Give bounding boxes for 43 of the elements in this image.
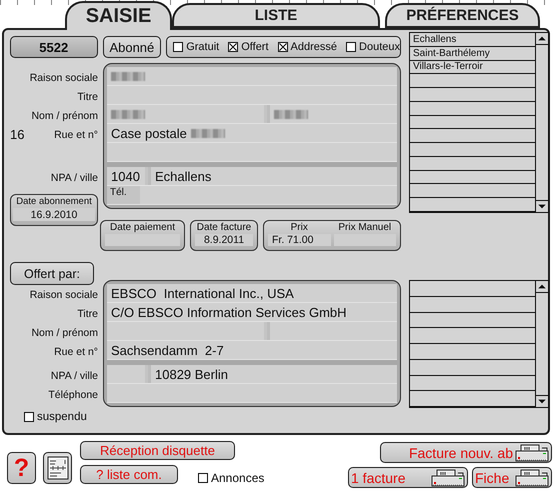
field-label: Nom / prénom (31, 326, 98, 338)
date-field[interactable]: 8.9.2011 (195, 234, 253, 246)
list-row[interactable]: Villars-le-Terroir (410, 60, 535, 74)
text-field[interactable]: 1040 (107, 167, 145, 185)
field-label: Téléphone (48, 388, 98, 400)
price-field[interactable]: Fr. 71.00 (268, 234, 330, 246)
checkbox-label: Gratuit (186, 41, 220, 53)
checkbox-label: Addressé (290, 41, 338, 53)
tab[interactable]: SAISIE (65, 1, 172, 30)
text-field[interactable]: C/O EBSCO Information Services GmbH (107, 303, 397, 321)
text-field[interactable]: Sachsendamm 2-7 (107, 341, 397, 359)
text-field[interactable]: Case postale (107, 124, 397, 142)
list-row[interactable]: Saint-Barthélemy (410, 46, 535, 61)
field-label: Rue et n° (54, 346, 98, 358)
date-label: Date facture (196, 222, 252, 233)
record-number-button[interactable]: 5522 (10, 36, 98, 58)
checkbox-label: Douteux (359, 41, 400, 53)
checkbox-label: Annonces (211, 471, 264, 485)
field-label: Raison sociale (30, 288, 98, 300)
checkbox-label: Offert (241, 41, 269, 53)
field-label: Titre (77, 308, 98, 320)
field-label: Nom / prénom (31, 110, 98, 122)
list-row[interactable]: Echallens (410, 33, 535, 47)
field-label: NPA / ville (50, 370, 98, 382)
field-label: Raison sociale (30, 72, 98, 84)
field-label: Rue et n° (54, 128, 98, 140)
date-label: Date abonnement (15, 196, 93, 207)
tab[interactable]: PRÉFERENCES (385, 3, 540, 28)
record-count: 16 (10, 127, 24, 142)
field-label: Tél. (109, 186, 128, 200)
price-label: Prix (290, 222, 309, 233)
text-field[interactable]: Echallens (148, 167, 397, 185)
status-button[interactable]: Abonné (102, 36, 162, 58)
date-field[interactable]: 16.9.2010 (13, 208, 95, 221)
date-label: Date paiement (108, 222, 176, 233)
tab[interactable]: LISTE (172, 3, 380, 28)
field-label: Titre (77, 90, 98, 102)
checkbox-label: suspendu (37, 411, 87, 423)
text-field[interactable]: 10829 Berlin (148, 365, 397, 383)
offered-by-button[interactable]: Offert par: (10, 262, 94, 285)
text-field[interactable]: EBSCO International Inc., USA (107, 284, 397, 302)
field-label: NPA / ville (50, 172, 98, 184)
price-label: Prix Manuel (337, 222, 392, 233)
